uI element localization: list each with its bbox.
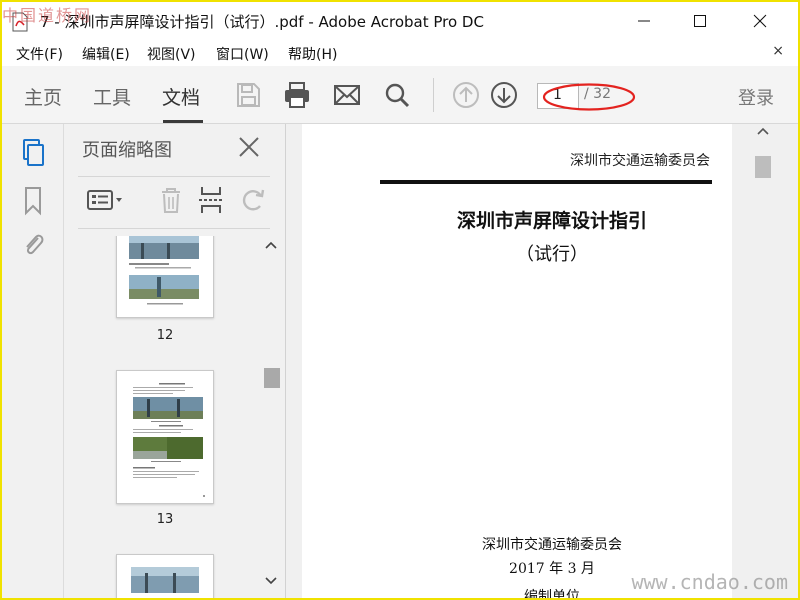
bookmark-icon[interactable]: [20, 186, 46, 216]
menu-bar: 文件(F) 编辑(E) 视图(V) 窗口(W) 帮助(H) ×: [2, 40, 798, 66]
watermark-top: 中国道桥网: [2, 6, 93, 25]
maximize-button[interactable]: [684, 9, 716, 33]
highlight-ellipse: [542, 83, 636, 111]
page-thumbnail[interactable]: [116, 370, 214, 504]
page-up-icon[interactable]: [451, 80, 481, 110]
panel-divider: [78, 176, 270, 177]
title-bar: 7 - 深圳市声屏障设计指引（试行）.pdf - Adobe Acrobat P…: [2, 2, 798, 40]
thumbnail-scrollbar[interactable]: [260, 236, 282, 596]
close-panel-icon[interactable]: [236, 134, 262, 160]
search-icon[interactable]: [382, 80, 412, 110]
close-document-button[interactable]: ×: [772, 43, 784, 59]
page-down-icon[interactable]: [489, 80, 519, 110]
thumbnail-preview: [133, 383, 205, 497]
print-icon[interactable]: [282, 80, 312, 110]
tab-home[interactable]: 主页: [24, 83, 62, 110]
thumbnail-options-icon[interactable]: [86, 184, 126, 216]
page-thumbnail[interactable]: [116, 236, 214, 318]
maximize-icon: [694, 15, 706, 27]
document-title: 深圳市声屏障设计指引: [456, 210, 647, 232]
rotate-page-icon[interactable]: [236, 184, 270, 216]
minimize-button[interactable]: [628, 9, 660, 33]
page-thumbnails-icon[interactable]: [20, 138, 46, 168]
panel-title: 页面缩略图: [82, 140, 172, 161]
menu-view[interactable]: 视图(V): [147, 44, 196, 64]
toolbar-separator: [433, 78, 434, 112]
scroll-up-icon[interactable]: [757, 126, 769, 136]
header-rule: [380, 180, 712, 184]
toolbar: 主页 工具 文档 1 / 32 登录: [2, 66, 798, 124]
extract-page-icon[interactable]: [194, 184, 228, 216]
pdf-page: 深圳市交通运输委员会 深圳市声屏障设计指引 （试行） 深圳市交通运输委员会 20…: [302, 124, 732, 598]
navigation-strip: [2, 124, 64, 598]
panel-divider: [78, 228, 270, 229]
page-header-text: 深圳市交通运输委员会: [570, 153, 710, 169]
thumbnail-list: 12 13: [64, 236, 264, 598]
menu-edit[interactable]: 编辑(E): [82, 44, 130, 64]
active-tab-indicator: [163, 120, 203, 123]
delete-page-icon[interactable]: [154, 184, 188, 216]
acrobat-window: 7 - 深圳市声屏障设计指引（试行）.pdf - Adobe Acrobat P…: [2, 2, 798, 598]
document-viewer: 深圳市交通运输委员会 深圳市声屏障设计指引 （试行） 深圳市交通运输委员会 20…: [286, 124, 798, 598]
scroll-thumb[interactable]: [264, 368, 280, 388]
menu-file[interactable]: 文件(F): [16, 44, 63, 64]
scroll-up-icon[interactable]: [265, 240, 277, 250]
document-subtitle: （试行）: [516, 244, 588, 265]
menu-window[interactable]: 窗口(W): [216, 44, 269, 64]
page-thumbnail[interactable]: [116, 554, 214, 598]
mail-icon[interactable]: [332, 80, 362, 110]
thumbnail-page-label: 13: [156, 512, 174, 527]
login-button[interactable]: 登录: [738, 84, 774, 110]
document-scrollbar[interactable]: [752, 124, 774, 598]
watermark-bottom: www.cndao.com: [631, 570, 788, 594]
scroll-thumb[interactable]: [755, 156, 771, 178]
scroll-down-icon[interactable]: [265, 576, 277, 586]
minimize-icon: [638, 20, 650, 22]
tab-document[interactable]: 文档: [162, 83, 200, 110]
thumbnail-preview: [131, 567, 199, 593]
document-issuer: 深圳市交通运输委员会: [482, 537, 622, 553]
window-title: 7 - 深圳市声屏障设计指引（试行）.pdf - Adobe Acrobat P…: [40, 13, 484, 31]
thumbnail-page-label: 12: [156, 328, 174, 343]
close-icon: [753, 14, 767, 28]
thumbnail-preview: [129, 236, 199, 305]
menu-help[interactable]: 帮助(H): [288, 44, 337, 64]
attachment-icon[interactable]: [20, 230, 46, 260]
tab-tools[interactable]: 工具: [93, 83, 131, 110]
save-icon[interactable]: [233, 80, 263, 110]
close-window-button[interactable]: [744, 9, 776, 33]
thumbnail-panel: 页面缩略图 12 13: [64, 124, 286, 598]
